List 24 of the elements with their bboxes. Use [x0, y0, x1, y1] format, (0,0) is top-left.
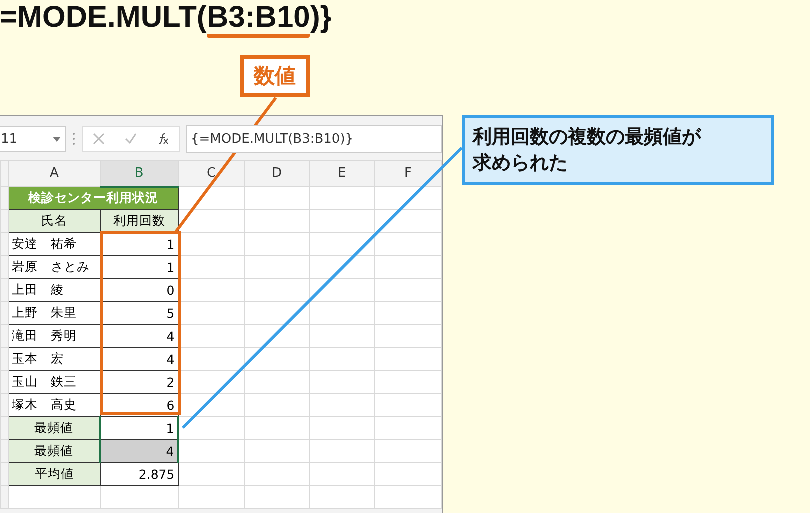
column-header[interactable]: E [309, 160, 375, 186]
column-heading-cell: 氏名 [8, 210, 100, 232]
function-icon[interactable] [157, 133, 169, 145]
caret-icon [53, 136, 61, 142]
callout-note: 利用回数の複数の最頻値が 求められた [462, 115, 774, 185]
summary-value-cell: 2.875 [100, 462, 178, 486]
summary-label-cell: 最頻値 [8, 416, 100, 440]
cancel-icon[interactable] [93, 133, 105, 145]
column-header[interactable]: D [244, 160, 310, 186]
summary-label-cell: 最頻値 [8, 440, 100, 462]
check-icon[interactable] [125, 133, 137, 145]
callout-label: 数値 [240, 55, 310, 97]
summary-value-cell: 4 [100, 440, 178, 462]
column-header[interactable]: B [100, 160, 178, 186]
table-title: 検診センター利用状況 [8, 186, 178, 210]
column-header[interactable]: F [374, 160, 442, 186]
summary-label-cell: 平均値 [8, 462, 100, 486]
formula-heading: =MODE.MULT(B3:B10)} [0, 0, 332, 36]
formula-field[interactable]: {=MODE.MULT(B3:B10)} [186, 125, 442, 153]
column-heading-cell: 利用回数 [100, 210, 178, 232]
column-header[interactable]: A [8, 160, 100, 186]
column-header[interactable]: C [178, 160, 245, 186]
grip-icon [72, 132, 76, 146]
name-box[interactable]: 11 [0, 126, 66, 152]
